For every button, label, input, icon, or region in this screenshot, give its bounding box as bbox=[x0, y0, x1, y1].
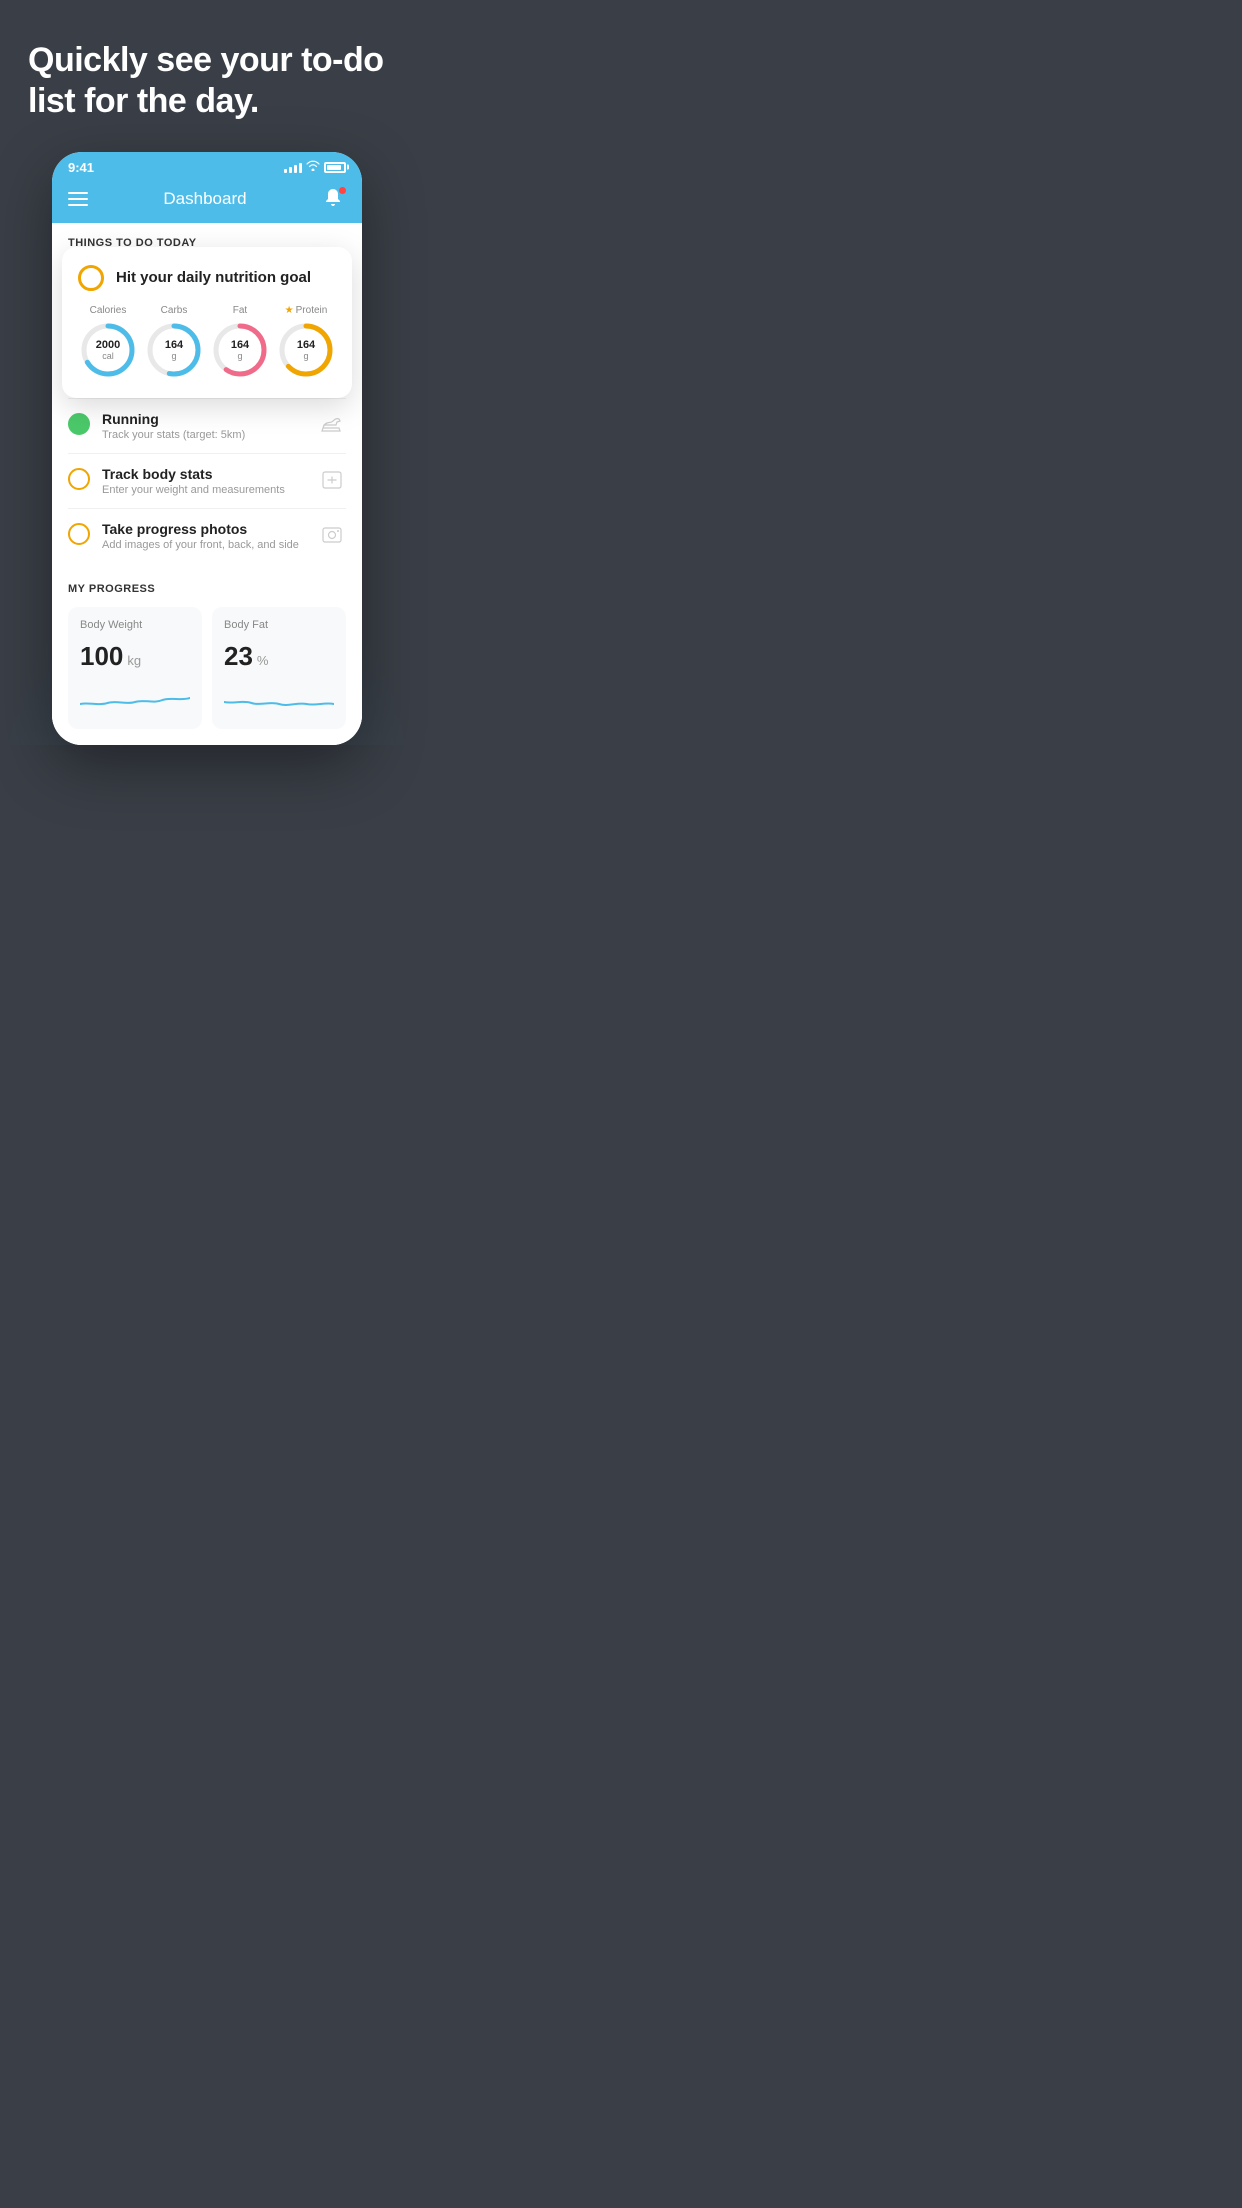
body-weight-sparkline bbox=[80, 682, 190, 712]
status-bar: 9:41 bbox=[52, 152, 362, 179]
protein-value: 164 bbox=[297, 339, 315, 351]
nav-title: Dashboard bbox=[163, 189, 246, 209]
hero-section: Quickly see your to-do list for the day. bbox=[0, 0, 414, 142]
phone-mockup: 9:41 bbox=[52, 152, 362, 745]
protein-donut: 164 g bbox=[276, 320, 336, 380]
status-icons bbox=[284, 160, 346, 174]
body-fat-unit: % bbox=[257, 653, 269, 668]
carbs-donut: 164 g bbox=[144, 320, 204, 380]
card-header: Hit your daily nutrition goal bbox=[78, 265, 336, 291]
carbs-unit: g bbox=[165, 351, 183, 361]
body-fat-value-row: 23 % bbox=[224, 641, 334, 672]
carbs-value: 164 bbox=[165, 339, 183, 351]
calories-donut: 2000 cal bbox=[78, 320, 138, 380]
todo-list: Running Track your stats (target: 5km) bbox=[52, 398, 362, 563]
signal-bars-icon bbox=[284, 161, 302, 173]
progress-photos-name: Take progress photos bbox=[102, 521, 306, 537]
progress-cards: Body Weight 100 kg Body Fat 23 bbox=[68, 607, 346, 729]
progress-photos-circle bbox=[68, 523, 90, 545]
phone-content: THINGS TO DO TODAY Hit your daily nutrit… bbox=[52, 223, 362, 745]
status-time: 9:41 bbox=[68, 160, 94, 175]
calories-label: Calories bbox=[90, 305, 127, 316]
progress-section: MY PROGRESS Body Weight 100 kg bbox=[52, 563, 362, 745]
running-circle bbox=[68, 413, 90, 435]
battery-icon bbox=[324, 162, 346, 173]
page: Quickly see your to-do list for the day.… bbox=[0, 0, 414, 745]
progress-photos-desc: Add images of your front, back, and side bbox=[102, 539, 306, 551]
nutrition-grid: Calories 2000 cal bbox=[78, 305, 336, 380]
protein-label: ★ Protein bbox=[285, 305, 328, 316]
nutrition-protein: ★ Protein 164 g bbox=[276, 305, 336, 380]
body-fat-sparkline bbox=[224, 682, 334, 712]
nutrition-fat: Fat 164 g bbox=[210, 305, 270, 380]
body-weight-value: 100 bbox=[80, 641, 123, 672]
todo-item-body-stats[interactable]: Track body stats Enter your weight and m… bbox=[68, 453, 346, 508]
body-weight-card[interactable]: Body Weight 100 kg bbox=[68, 607, 202, 729]
hamburger-menu[interactable] bbox=[68, 192, 88, 206]
card-title: Hit your daily nutrition goal bbox=[116, 269, 311, 286]
body-stats-content: Track body stats Enter your weight and m… bbox=[102, 466, 306, 496]
todo-item-running[interactable]: Running Track your stats (target: 5km) bbox=[68, 398, 346, 453]
fat-unit: g bbox=[231, 351, 249, 361]
nutrition-carbs: Carbs 164 g bbox=[144, 305, 204, 380]
body-stats-circle bbox=[68, 468, 90, 490]
body-fat-card[interactable]: Body Fat 23 % bbox=[212, 607, 346, 729]
nutrition-check-circle[interactable] bbox=[78, 265, 104, 291]
body-stats-desc: Enter your weight and measurements bbox=[102, 484, 306, 496]
body-stats-name: Track body stats bbox=[102, 466, 306, 482]
photo-icon bbox=[318, 521, 346, 549]
fat-value: 164 bbox=[231, 339, 249, 351]
protein-unit: g bbox=[297, 351, 315, 361]
running-name: Running bbox=[102, 411, 306, 427]
body-fat-title: Body Fat bbox=[224, 619, 334, 631]
progress-title: MY PROGRESS bbox=[68, 583, 346, 595]
running-shoe-icon bbox=[318, 411, 346, 439]
notification-dot bbox=[339, 187, 346, 194]
body-fat-value: 23 bbox=[224, 641, 253, 672]
nutrition-calories: Calories 2000 cal bbox=[78, 305, 138, 380]
nutrition-card: Hit your daily nutrition goal Calories 2 bbox=[62, 247, 352, 398]
body-weight-title: Body Weight bbox=[80, 619, 190, 631]
protein-star-icon: ★ bbox=[285, 305, 294, 316]
wifi-icon bbox=[306, 160, 320, 174]
calories-value: 2000 bbox=[96, 339, 120, 351]
progress-photos-content: Take progress photos Add images of your … bbox=[102, 521, 306, 551]
running-desc: Track your stats (target: 5km) bbox=[102, 429, 306, 441]
notification-bell-icon[interactable] bbox=[322, 187, 346, 211]
hero-title: Quickly see your to-do list for the day. bbox=[28, 40, 386, 122]
scale-icon bbox=[318, 466, 346, 494]
carbs-label: Carbs bbox=[161, 305, 188, 316]
body-weight-unit: kg bbox=[127, 653, 141, 668]
fat-donut: 164 g bbox=[210, 320, 270, 380]
body-weight-value-row: 100 kg bbox=[80, 641, 190, 672]
running-content: Running Track your stats (target: 5km) bbox=[102, 411, 306, 441]
todo-item-progress-photos[interactable]: Take progress photos Add images of your … bbox=[68, 508, 346, 563]
calories-unit: cal bbox=[96, 351, 120, 361]
nav-bar: Dashboard bbox=[52, 179, 362, 223]
fat-label: Fat bbox=[233, 305, 247, 316]
